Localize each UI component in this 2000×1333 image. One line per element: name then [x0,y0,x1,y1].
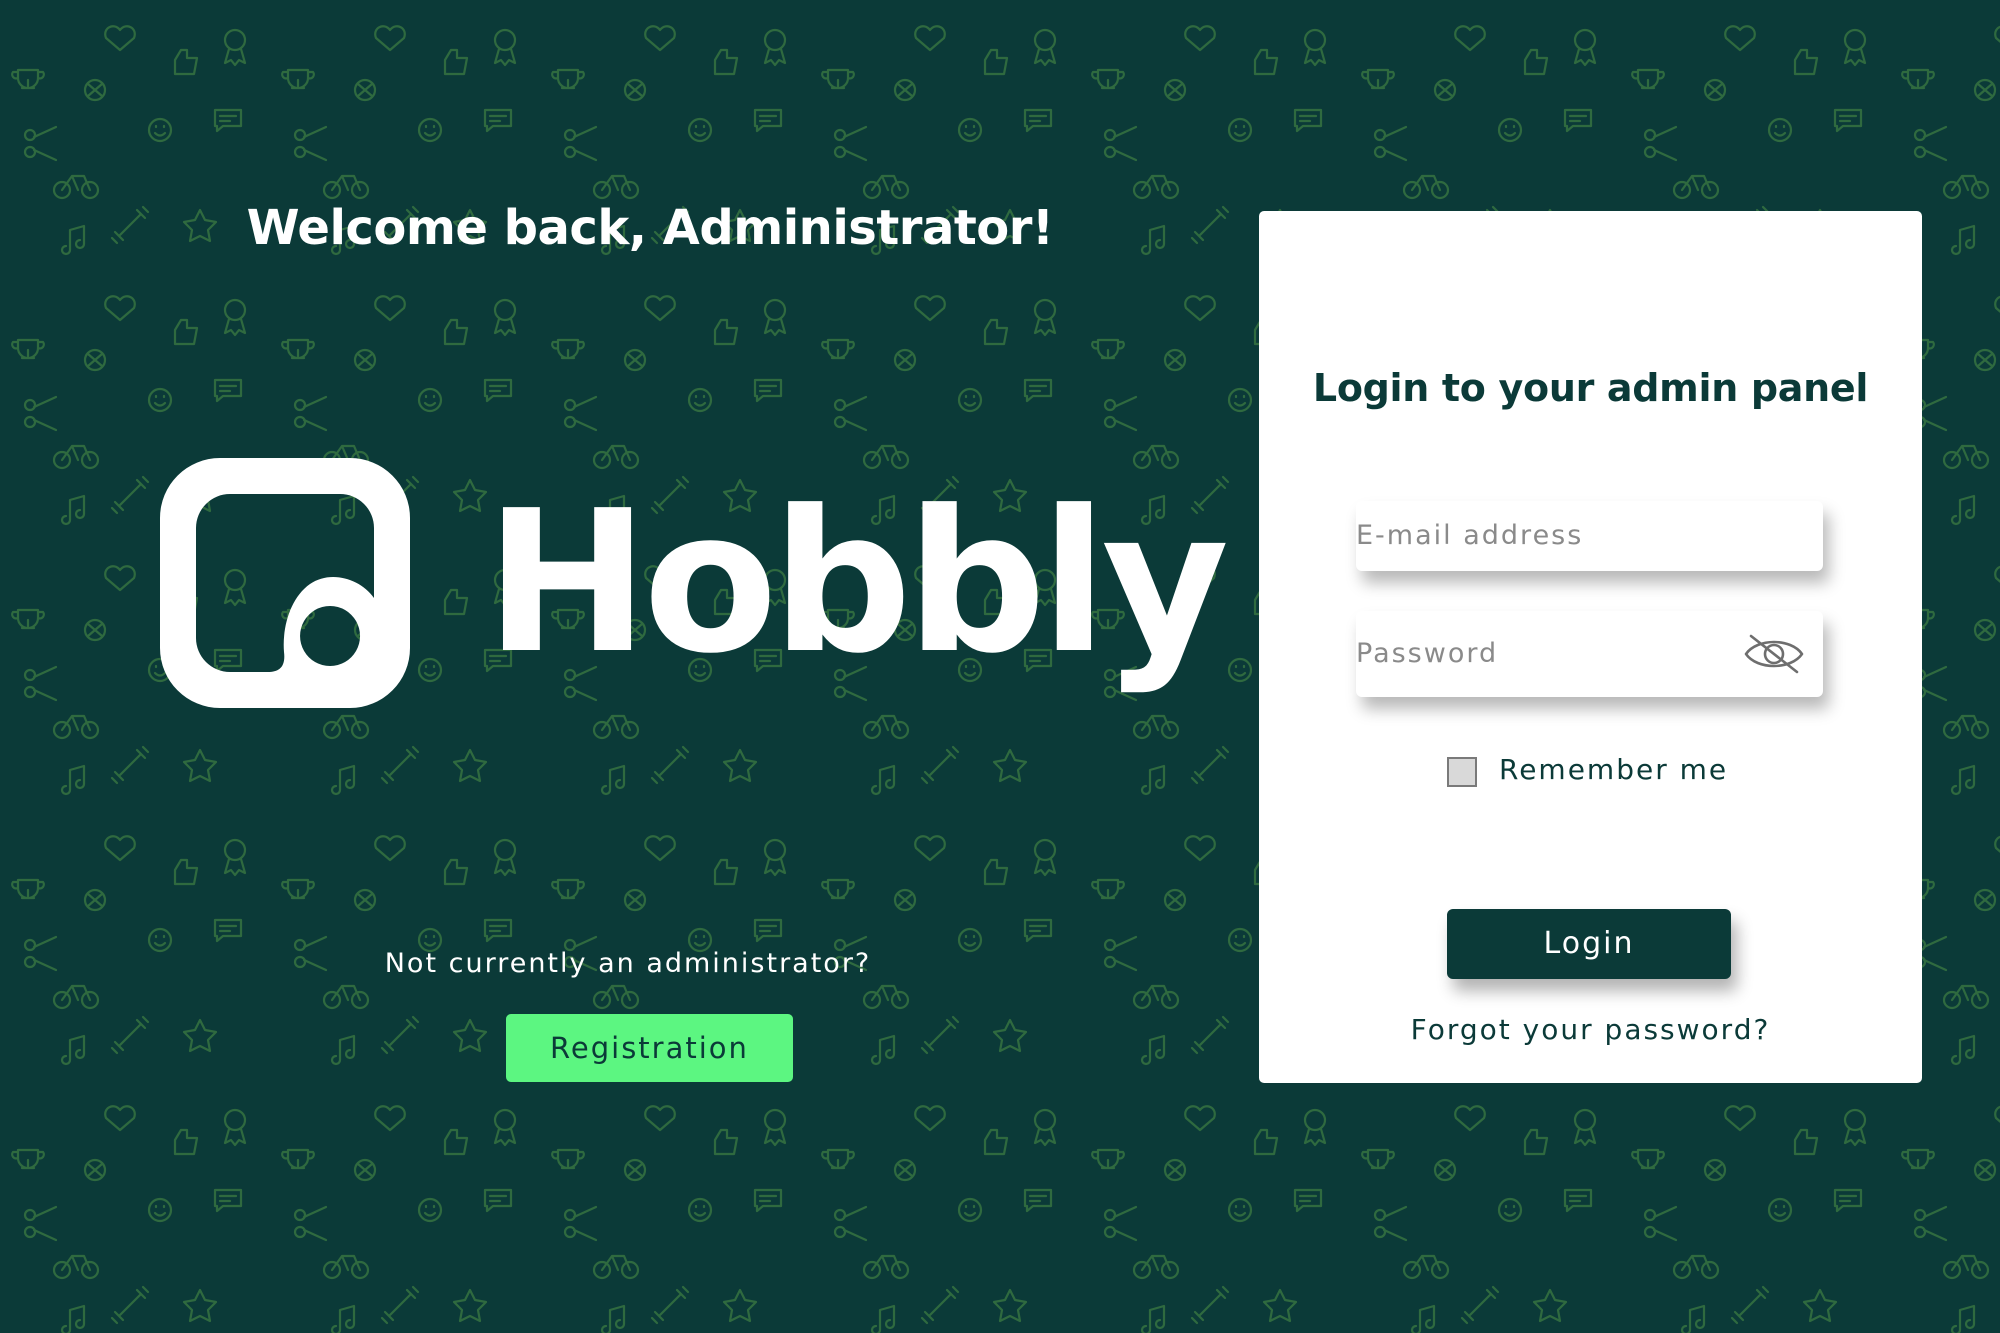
welcome-heading: Welcome back, Administrator! [246,200,1054,256]
brand-name: Hobbly [485,469,1229,697]
email-placeholder: E-mail address [1356,520,1584,551]
login-card-title: Login to your admin panel [1312,366,1869,410]
forgot-password-link[interactable]: Forgot your password? [1259,1013,1922,1046]
registration-button[interactable]: Registration [506,1014,793,1082]
eye-off-icon[interactable] [1743,632,1805,676]
password-field[interactable]: Password [1356,611,1823,697]
login-button[interactable]: Login [1447,909,1731,979]
brand-logo: Hobbly [160,458,1229,708]
remember-me-checkbox[interactable] [1447,757,1477,787]
hobbly-logo-icon [160,458,410,708]
remember-me-label: Remember me [1499,753,1729,786]
email-field[interactable]: E-mail address [1356,501,1823,571]
password-placeholder: Password [1356,638,1499,669]
not-admin-text: Not currently an administrator? [384,948,872,979]
login-card: Login to your admin panel E-mail address… [1259,211,1922,1083]
